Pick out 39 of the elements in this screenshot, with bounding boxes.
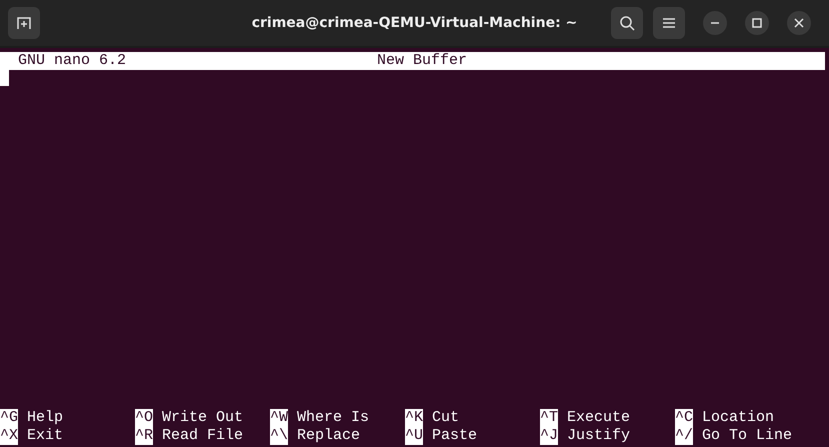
shortcut-label: Read File	[162, 427, 244, 445]
window-title: crimea@crimea-QEMU-Virtual-Machine: ~	[250, 15, 578, 31]
close-icon	[794, 18, 804, 28]
shortcut-label: Replace	[297, 427, 360, 445]
shortcut-key: ^C	[675, 409, 694, 427]
minimize-icon	[711, 22, 719, 24]
maximize-icon	[752, 18, 762, 28]
shortcut-key: ^R	[135, 427, 154, 445]
nano-version: GNU nano 6.2	[18, 52, 126, 70]
minimize-button[interactable]	[703, 11, 727, 35]
shortcut-key: ^U	[405, 427, 424, 445]
menu-button[interactable]	[653, 7, 685, 39]
shortcut-label: Justify	[567, 427, 630, 445]
close-button[interactable]	[787, 11, 811, 35]
shortcut-key: ^/	[675, 427, 694, 445]
shortcut-key: ^K	[405, 409, 424, 427]
maximize-button[interactable]	[745, 11, 769, 35]
new-tab-icon	[16, 15, 32, 31]
buffer-name: New Buffer	[377, 52, 468, 70]
shortcut-key: ^X	[0, 427, 18, 445]
shortcut-label: Execute	[567, 409, 630, 427]
search-icon	[619, 15, 635, 31]
shortcut-key: ^G	[0, 409, 18, 427]
shortcut-key: ^T	[540, 409, 558, 427]
shortcut-label: Cut	[432, 409, 460, 427]
shortcut-label: Paste	[432, 427, 478, 445]
search-button[interactable]	[611, 7, 643, 39]
shortcut-label: Help	[27, 409, 64, 427]
shortcut-label: Write Out	[162, 409, 244, 427]
shortcut-key: ^W	[270, 409, 288, 427]
shortcut-key: ^\	[270, 427, 288, 445]
shortcut-label: Location	[702, 409, 774, 427]
shortcut-key: ^O	[135, 409, 154, 427]
shortcut-label: Go To Line	[702, 427, 792, 445]
shortcut-key: ^J	[540, 427, 558, 445]
new-tab-button[interactable]	[8, 7, 40, 39]
shortcut-label: Where Is	[297, 409, 370, 427]
shortcut-label: Exit	[27, 427, 64, 445]
menu-icon	[662, 17, 676, 29]
